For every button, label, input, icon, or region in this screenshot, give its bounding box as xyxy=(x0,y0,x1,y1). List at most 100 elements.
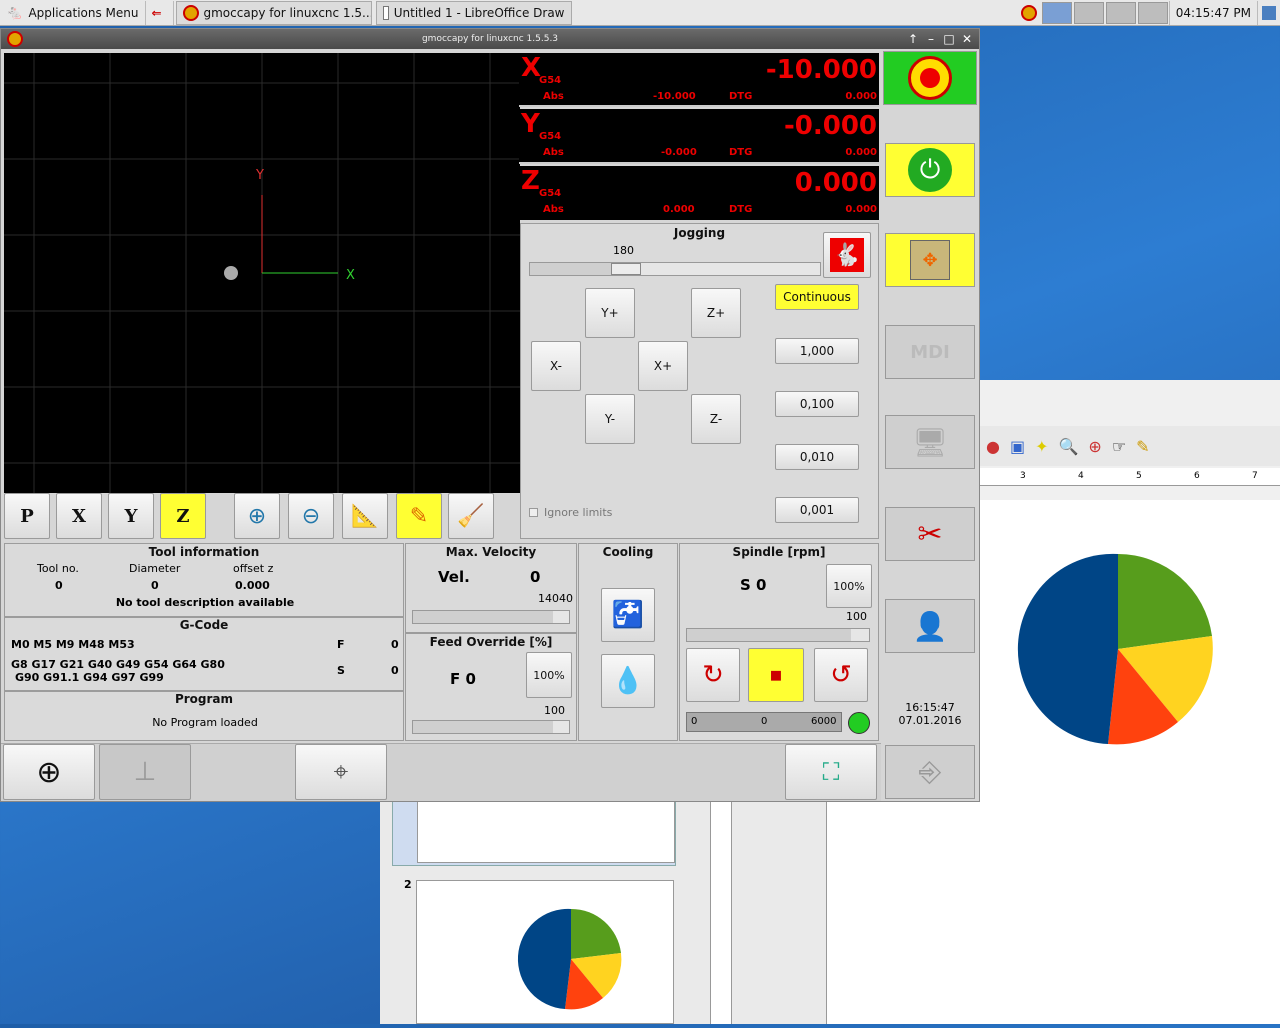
flood-coolant-icon: 🚰 xyxy=(611,600,645,630)
close-button[interactable]: ✕ xyxy=(959,31,975,47)
spindle-override-slider[interactable] xyxy=(686,628,870,642)
hand-icon[interactable]: ☞ xyxy=(1112,437,1126,456)
show-path-button[interactable]: ✎ xyxy=(396,493,442,539)
tool-change-button[interactable]: ⌖ xyxy=(295,744,387,800)
pie-chart-large[interactable] xyxy=(978,500,1280,1024)
slide-thumb-1[interactable] xyxy=(392,800,676,866)
user-tabs-button[interactable]: 👤 xyxy=(885,599,975,653)
mist-button[interactable]: 💧 xyxy=(601,654,655,708)
workspace-3[interactable] xyxy=(1105,1,1136,24)
fullscreen-icon: ⛶ xyxy=(822,758,840,786)
network-icon[interactable] xyxy=(1262,5,1276,20)
zoom-out-button[interactable]: ⊖ xyxy=(288,493,334,539)
dro-y[interactable]: Y G54 -0.000 Abs -0.000 DTG 0.000 xyxy=(519,109,879,164)
spindle-stop-button[interactable]: ⏹ xyxy=(748,648,804,702)
jog-x-minus-button[interactable]: X- xyxy=(531,341,581,391)
zoom-icon[interactable]: 🔍 xyxy=(1059,437,1079,456)
feed-override-slider[interactable] xyxy=(412,720,570,734)
gcode-preview[interactable]: Y X xyxy=(4,53,520,493)
dro-x[interactable]: X G54 -10.000 Abs -10.000 DTG 0.000 xyxy=(519,53,879,107)
pen-icon[interactable]: ✎ xyxy=(1136,437,1149,456)
task-gmoccapy[interactable]: gmoccapy for linuxcnc 1.5.... xyxy=(175,0,372,25)
increment-continuous-button[interactable]: Continuous xyxy=(775,284,859,310)
checkbox-icon xyxy=(529,508,538,517)
tool-position-marker xyxy=(224,266,238,280)
fullscreen-button[interactable]: ⛶ xyxy=(785,744,877,800)
applications-menu[interactable]: 🐁 Applications Menu xyxy=(0,0,146,25)
jog-speed-slider[interactable] xyxy=(529,262,821,276)
auto-icon: 🖥 xyxy=(912,425,948,459)
draw-icon xyxy=(382,5,389,20)
ref-all-button[interactable]: ⊕ xyxy=(3,744,95,800)
canvas-area[interactable] xyxy=(978,500,1280,1024)
machine-on-button[interactable]: ⏻ xyxy=(885,143,975,197)
increment-0100-button[interactable]: 0,100 xyxy=(775,391,859,417)
spindle-override-reset-button[interactable]: 100% xyxy=(826,564,872,608)
gmoccapy-icon xyxy=(182,4,199,21)
flood-button[interactable]: 🚰 xyxy=(601,588,655,642)
gallery-icon[interactable]: ▣ xyxy=(1010,437,1025,456)
help-icon[interactable]: ⊕ xyxy=(1088,437,1101,456)
spindle-speed: S 0 xyxy=(740,576,767,594)
jog-y-minus-button[interactable]: Y- xyxy=(585,394,635,444)
settings-button[interactable]: ✂ xyxy=(885,507,975,561)
turtle-rabbit-button[interactable]: 🐇 xyxy=(823,232,871,278)
touch-off-button[interactable]: ⊥ xyxy=(99,744,191,800)
shape-icon[interactable]: ● xyxy=(986,437,1000,456)
star-icon[interactable]: ✦ xyxy=(1035,437,1048,456)
clear-plot-button[interactable]: 🧹 xyxy=(448,493,494,539)
workspace-1[interactable] xyxy=(1041,1,1072,24)
spindle-forward-button[interactable]: ↻ xyxy=(686,648,740,702)
spindle-ccw-icon: ↺ xyxy=(830,660,852,690)
auto-mode-button[interactable]: 🖥 xyxy=(885,415,975,469)
max-velocity-panel: Max. Velocity Vel. 0 14040 xyxy=(405,543,577,633)
mdi-mode-button[interactable]: MDI xyxy=(885,325,975,379)
view-z-button[interactable]: Z xyxy=(160,493,206,539)
increment-1000-button[interactable]: 1,000 xyxy=(775,338,859,364)
view-x-button[interactable]: X xyxy=(56,493,102,539)
jog-speed-value: 180 xyxy=(613,244,634,257)
velocity-slider[interactable] xyxy=(412,610,570,624)
pin-icon[interactable]: ↑ xyxy=(905,31,921,47)
tray-gmoccapy-icon[interactable] xyxy=(1020,4,1037,21)
y-axis-label: Y xyxy=(255,168,264,183)
slide-thumb-2[interactable] xyxy=(416,880,674,1024)
tools-icon: ✂ xyxy=(917,516,943,552)
spindle-reverse-button[interactable]: ↺ xyxy=(814,648,868,702)
estop-button[interactable] xyxy=(883,51,977,105)
mdi-icon: MDI xyxy=(910,341,950,363)
zoom-in-icon: ⊕ xyxy=(247,503,267,529)
mist-coolant-icon: 💧 xyxy=(611,666,645,696)
dimensions-button[interactable]: 📐 xyxy=(342,493,388,539)
view-p-button[interactable]: P xyxy=(4,493,50,539)
right-sidebar: ⏻ ✥ MDI 🖥 ✂ 👤 16:15:47 07.01.2016 ⎆ xyxy=(881,51,979,801)
gcode-feed: 0 xyxy=(391,638,399,651)
lo-toolbar: ● ▣ ✦ 🔍 ⊕ ☞ ✎ xyxy=(978,426,1280,466)
jog-x-plus-button[interactable]: X+ xyxy=(638,341,688,391)
workspace-2[interactable] xyxy=(1073,1,1104,24)
spindle-speed-bar: 0 0 6000 xyxy=(686,712,842,732)
jog-speed-handle[interactable] xyxy=(610,263,641,275)
dro-z[interactable]: Z G54 0.000 Abs 0.000 DTG 0.000 xyxy=(519,166,879,220)
jog-z-plus-button[interactable]: Z+ xyxy=(691,288,741,338)
exit-button[interactable]: ⎆ xyxy=(885,745,975,799)
active-gcodes-1: G8 G17 G21 G40 G49 G54 G64 G80 xyxy=(11,658,225,671)
jog-y-plus-button[interactable]: Y+ xyxy=(585,288,635,338)
manual-mode-button[interactable]: ✥ xyxy=(885,233,975,287)
increment-0010-button[interactable]: 0,010 xyxy=(775,444,859,470)
task-libreoffice-draw[interactable]: Untitled 1 - LibreOffice Draw xyxy=(375,0,572,25)
maximize-button[interactable]: □ xyxy=(941,31,957,47)
jog-z-minus-button[interactable]: Z- xyxy=(691,394,741,444)
slide-number: 2 xyxy=(404,878,412,891)
workspace-4[interactable] xyxy=(1137,1,1168,24)
mouse-icon: 🐁 xyxy=(6,4,24,21)
tool-icon: ⌖ xyxy=(333,756,349,787)
view-y-button[interactable]: Y xyxy=(108,493,154,539)
logout-icon[interactable]: ⇐ xyxy=(146,0,174,25)
zoom-in-button[interactable]: ⊕ xyxy=(234,493,280,539)
increment-0001-button[interactable]: 0,001 xyxy=(775,497,859,523)
minimize-button[interactable]: – xyxy=(923,31,939,47)
feed-fill xyxy=(413,721,554,733)
ignore-limits-checkbox[interactable]: Ignore limits xyxy=(529,506,612,519)
feed-reset-button[interactable]: 100% xyxy=(526,652,572,698)
